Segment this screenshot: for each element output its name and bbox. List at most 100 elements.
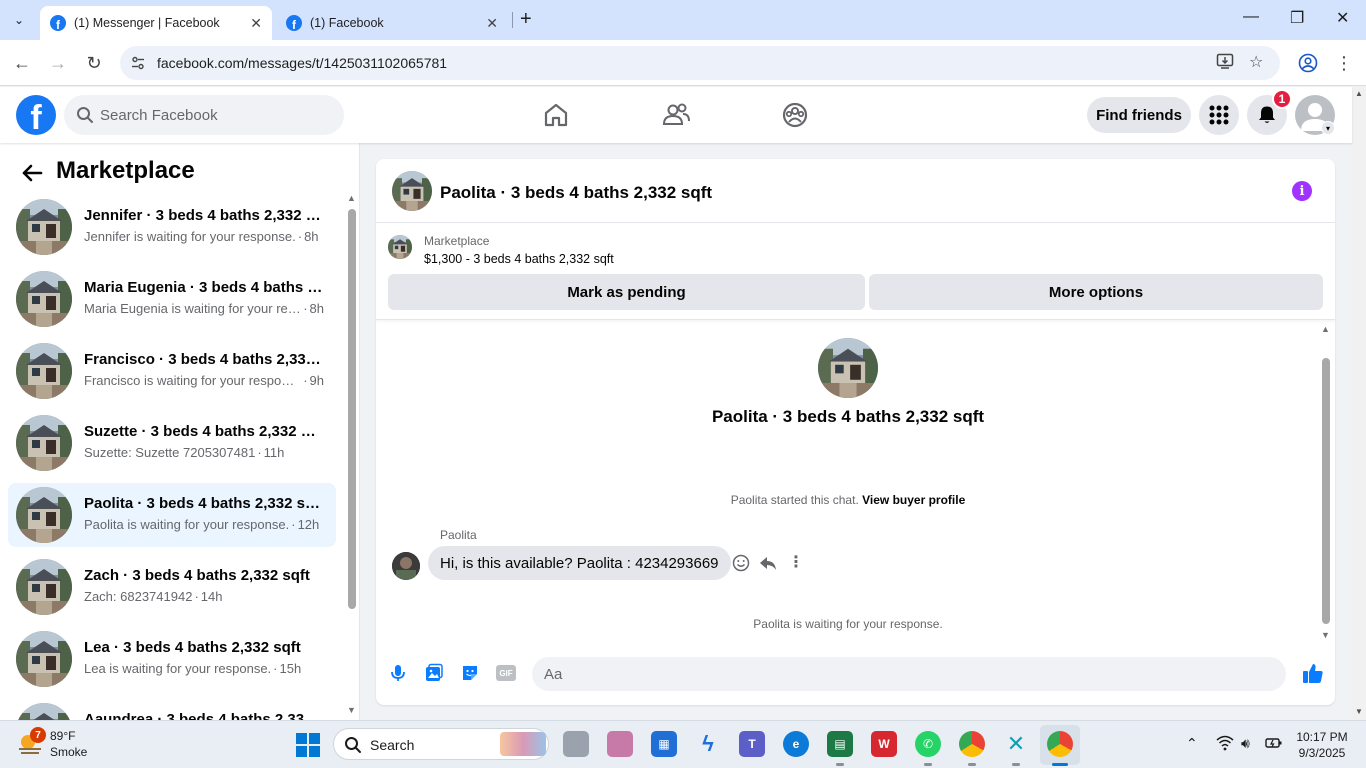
listing-thumbnail — [16, 487, 72, 543]
thumbs-up-icon[interactable] — [1302, 662, 1324, 684]
minimize-icon[interactable]: — — [1243, 8, 1259, 26]
maximize-icon[interactable]: ❐ — [1290, 8, 1304, 28]
close-window-icon[interactable]: ✕ — [1336, 8, 1349, 28]
chevron-down-icon[interactable]: ▾ — [1321, 121, 1335, 135]
whatsapp-icon[interactable]: ✆ — [915, 731, 941, 757]
browser-tab-bar: ⌄ f (1) Messenger | Facebook ✕ f (1) Fac… — [0, 0, 1366, 40]
chrome-active-icon[interactable] — [1047, 731, 1073, 757]
chat-avatar[interactable] — [392, 171, 432, 211]
weather-condition[interactable]: Smoke — [50, 745, 87, 759]
more-options-button[interactable]: More options — [869, 274, 1323, 310]
page-scrollbar[interactable]: ▲ ▼ — [1352, 87, 1366, 720]
facebook-search[interactable] — [64, 95, 344, 135]
conversations-scrollbar[interactable]: ▲ ▼ — [347, 193, 357, 720]
scrollbar-thumb[interactable] — [1322, 358, 1330, 624]
bookmark-star-icon[interactable]: ☆ — [1249, 52, 1263, 72]
address-bar: ← → ↻ facebook.com/messages/t/1425031102… — [0, 40, 1366, 86]
tab-search-dropdown-icon[interactable]: ⌄ — [6, 7, 32, 33]
more-actions-icon[interactable]: ⋮ — [787, 554, 805, 572]
listing-thumbnail — [16, 631, 72, 687]
chat-scrollbar[interactable]: ▲ ▼ — [1320, 324, 1332, 644]
tab-facebook[interactable]: f (1) Facebook ✕ — [276, 6, 508, 40]
gif-icon[interactable]: GIF — [496, 665, 516, 681]
x-app-icon[interactable]: ✕ — [1003, 731, 1029, 757]
scroll-up-icon[interactable]: ▲ — [1355, 89, 1363, 98]
photo-icon[interactable] — [424, 663, 444, 683]
view-buyer-profile-link[interactable]: View buyer profile — [862, 493, 965, 507]
site-info-icon[interactable] — [128, 53, 148, 73]
temperature[interactable]: 89°F — [50, 729, 75, 743]
scroll-down-icon[interactable]: ▼ — [347, 705, 356, 715]
power-automate-icon[interactable]: ϟ — [695, 731, 721, 757]
conversation-preview: Maria Eugenia is waiting for your respon… — [84, 301, 324, 316]
message-bubble[interactable]: Hi, is this available? Paolita : 4234293… — [428, 546, 731, 580]
taskbar-search[interactable]: Search — [333, 728, 549, 760]
tab-separator — [512, 12, 513, 28]
edge-icon[interactable]: e — [783, 731, 809, 757]
listing-thumbnail — [16, 271, 72, 327]
url-text[interactable]: facebook.com/messages/t/1425031102065781 — [157, 55, 447, 71]
conversation-item[interactable]: Aaundrea · 3 beds 4 baths 2,332 sqft — [8, 699, 336, 720]
back-icon[interactable]: ← — [10, 51, 34, 75]
forward-icon[interactable]: → — [46, 51, 70, 75]
scroll-down-icon[interactable]: ▼ — [1355, 707, 1363, 716]
facebook-logo-icon[interactable]: f — [16, 95, 56, 135]
wifi-icon[interactable] — [1216, 735, 1234, 754]
teams-icon[interactable]: T — [739, 731, 765, 757]
search-icon — [77, 107, 93, 123]
conversation-item[interactable]: Maria Eugenia · 3 beds 4 baths 2,332 sqf… — [8, 267, 336, 331]
reload-icon[interactable]: ↻ — [82, 51, 106, 75]
scrollbar-thumb[interactable] — [348, 209, 356, 609]
close-tab-icon[interactable]: ✕ — [250, 15, 262, 32]
tray-chevron-up-icon[interactable]: ⌃ — [1186, 735, 1198, 752]
info-icon[interactable]: i — [1292, 181, 1312, 201]
chat-header: Paolita · 3 beds 4 baths 2,332 sqft i — [376, 159, 1335, 223]
search-icon — [345, 737, 361, 753]
running-indicator — [1012, 763, 1020, 766]
sheets-icon[interactable]: ▤ — [827, 731, 853, 757]
message-input[interactable] — [544, 657, 1244, 691]
new-tab-icon[interactable]: + — [520, 9, 532, 29]
battery-icon[interactable] — [1265, 735, 1283, 754]
tab-messenger[interactable]: f (1) Messenger | Facebook ✕ — [40, 6, 272, 40]
reply-icon[interactable] — [759, 554, 777, 572]
chrome-profile-a-icon[interactable] — [959, 731, 985, 757]
mark-as-pending-button[interactable]: Mark as pending — [388, 274, 865, 310]
conversation-item[interactable]: Zach · 3 beds 4 baths 2,332 sqft Zach: 6… — [8, 555, 336, 619]
windows-start-icon[interactable] — [296, 733, 320, 757]
listing-price[interactable]: $1,300 - 3 beds 4 baths 2,332 sqft — [424, 252, 614, 266]
task-view-icon[interactable] — [563, 731, 589, 757]
sender-avatar[interactable] — [392, 552, 420, 580]
groups-icon[interactable] — [780, 100, 810, 130]
message-input-field[interactable] — [532, 657, 1286, 691]
chrome-menu-icon[interactable]: ⋮ — [1332, 51, 1356, 75]
conversation-item[interactable]: Jennifer · 3 beds 4 baths 2,332 sqft Jen… — [8, 195, 336, 259]
back-arrow-icon[interactable] — [20, 161, 44, 185]
react-emoji-icon[interactable] — [732, 554, 750, 572]
scroll-up-icon[interactable]: ▲ — [1321, 324, 1330, 334]
search-input[interactable] — [100, 95, 330, 135]
omnibox[interactable]: facebook.com/messages/t/1425031102065781… — [120, 46, 1280, 80]
chat-title[interactable]: Paolita · 3 beds 4 baths 2,332 sqft — [440, 183, 712, 203]
photo-app-icon[interactable] — [607, 731, 633, 757]
conversation-item[interactable]: Suzette · 3 beds 4 baths 2,332 sqft Suze… — [8, 411, 336, 475]
volume-icon[interactable]: 🔊︎ — [1241, 735, 1250, 752]
microsoft-store-icon[interactable]: ▦ — [651, 731, 677, 757]
scroll-up-icon[interactable]: ▲ — [347, 193, 356, 203]
listing-thumbnail[interactable] — [388, 235, 412, 259]
sticker-icon[interactable] — [460, 663, 480, 683]
friends-icon[interactable] — [661, 100, 691, 130]
chrome-profile-icon[interactable] — [1296, 51, 1320, 75]
microphone-icon[interactable] — [388, 663, 408, 683]
conversation-item[interactable]: Francisco · 3 beds 4 baths 2,332 sqft Fr… — [8, 339, 336, 403]
menu-grid-button[interactable] — [1199, 95, 1239, 135]
install-app-icon[interactable] — [1216, 52, 1234, 75]
scroll-down-icon[interactable]: ▼ — [1321, 630, 1330, 640]
close-tab-icon[interactable]: ✕ — [486, 15, 498, 32]
wps-office-icon[interactable]: W — [871, 731, 897, 757]
conversation-item-selected[interactable]: Paolita · 3 beds 4 baths 2,332 sqft Paol… — [8, 483, 336, 547]
home-icon[interactable] — [541, 100, 571, 130]
conversation-item[interactable]: Lea · 3 beds 4 baths 2,332 sqft Lea is w… — [8, 627, 336, 691]
system-clock[interactable]: 10:17 PM 9/3/2025 — [1292, 729, 1352, 761]
find-friends-button[interactable]: Find friends — [1087, 97, 1191, 133]
